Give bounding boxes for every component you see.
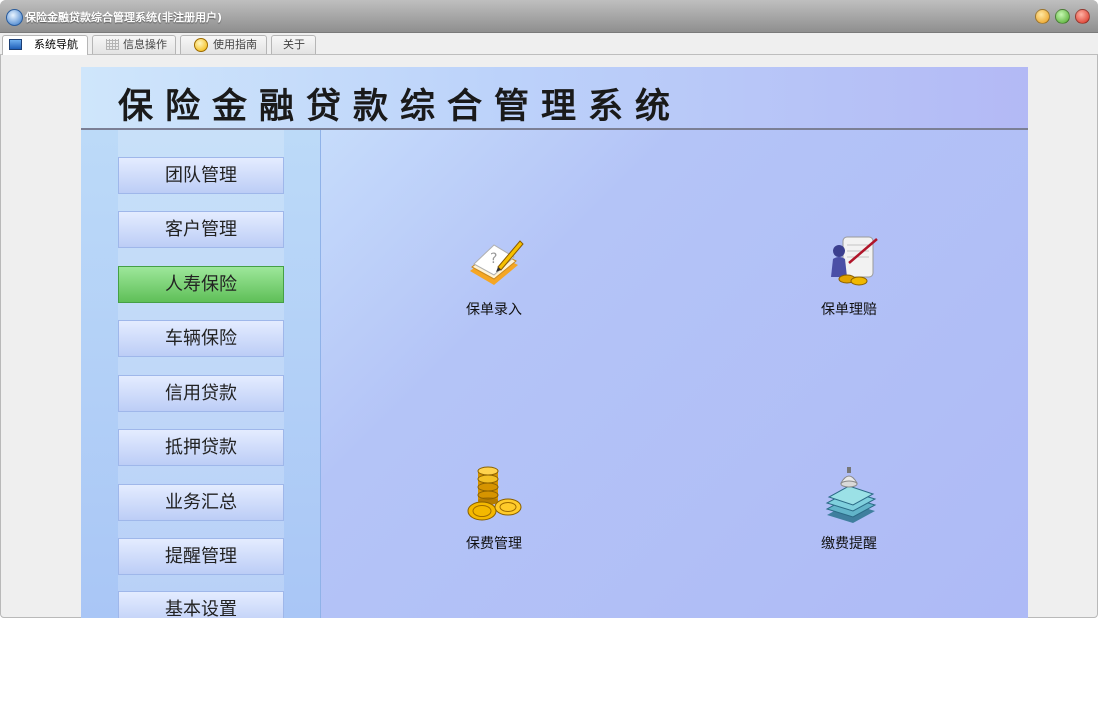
header-banner: 保险金融贷款综合管理系统 <box>81 67 1028 128</box>
tile-premium-management[interactable]: 保费管理 <box>434 465 554 575</box>
sidebar-item-reminder[interactable]: 提醒管理 <box>118 538 284 575</box>
tab-info-ops[interactable]: 信息操作 <box>92 35 176 54</box>
tile-policy-claim[interactable]: 保单理赔 <box>789 231 909 341</box>
sidebar-item-credit-loan[interactable]: 信用贷款 <box>118 375 284 412</box>
tab-label: 关于 <box>283 38 305 51</box>
title-bar[interactable]: 保险金融贷款综合管理系统(非注册用户) <box>0 0 1098 33</box>
sidebar: 团队管理 客户管理 人寿保险 车辆保险 信用贷款 抵押贷款 业务汇总 提醒管理 … <box>81 130 321 618</box>
tab-bar: 系统导航 信息操作 使用指南 关于 <box>0 33 1098 55</box>
svg-text:?: ? <box>490 251 497 267</box>
sidebar-item-business-summary[interactable]: 业务汇总 <box>118 484 284 521</box>
tile-label: 保单录入 <box>466 302 522 318</box>
page-title: 保险金融贷款综合管理系统 <box>118 87 683 127</box>
tab-user-guide[interactable]: 使用指南 <box>180 35 267 54</box>
tab-about[interactable]: 关于 <box>271 35 316 54</box>
window-title: 保险金融贷款综合管理系统(非注册用户) <box>25 11 223 24</box>
tab-system-nav[interactable]: 系统导航 <box>2 35 88 55</box>
sidebar-item-vehicle-insurance[interactable]: 车辆保险 <box>118 320 284 357</box>
content-area: ? 保单录入 保单理赔 保费管理 缴费提醒 <box>321 130 1028 618</box>
tab-label: 使用指南 <box>213 38 257 51</box>
smiley-icon <box>194 38 208 52</box>
tab-label: 信息操作 <box>123 38 167 51</box>
app-logo-icon <box>6 9 23 26</box>
grid-icon <box>106 39 119 50</box>
sidebar-item-basic-settings[interactable]: 基本设置 <box>118 591 284 618</box>
tile-label: 缴费提醒 <box>821 536 877 552</box>
minimize-button[interactable] <box>1035 9 1050 24</box>
main-panel: 保险金融贷款综合管理系统 团队管理 客户管理 人寿保险 车辆保险 信用贷款 抵押… <box>81 67 1028 618</box>
tile-policy-entry[interactable]: ? 保单录入 <box>434 231 554 341</box>
notepad-pencil-icon: ? <box>470 240 524 285</box>
sidebar-item-mortgage-loan[interactable]: 抵押贷款 <box>118 429 284 466</box>
tile-label: 保费管理 <box>466 536 522 552</box>
tile-label: 保单理赔 <box>821 302 877 318</box>
person-scroll-coins-icon <box>831 236 878 286</box>
books-lamp-icon <box>825 467 877 523</box>
sidebar-item-life-insurance[interactable]: 人寿保险 <box>118 266 284 303</box>
tab-label: 系统导航 <box>34 38 78 51</box>
close-button[interactable] <box>1075 9 1090 24</box>
sidebar-item-team[interactable]: 团队管理 <box>118 157 284 194</box>
gold-coins-icon <box>467 466 522 521</box>
tile-payment-reminder[interactable]: 缴费提醒 <box>789 465 909 575</box>
maximize-button[interactable] <box>1055 9 1070 24</box>
app-window: 保险金融贷款综合管理系统(非注册用户) 系统导航 信息操作 使用指南 关于 保险… <box>0 0 1098 618</box>
monitor-icon <box>9 39 22 50</box>
sidebar-item-customer[interactable]: 客户管理 <box>118 211 284 248</box>
